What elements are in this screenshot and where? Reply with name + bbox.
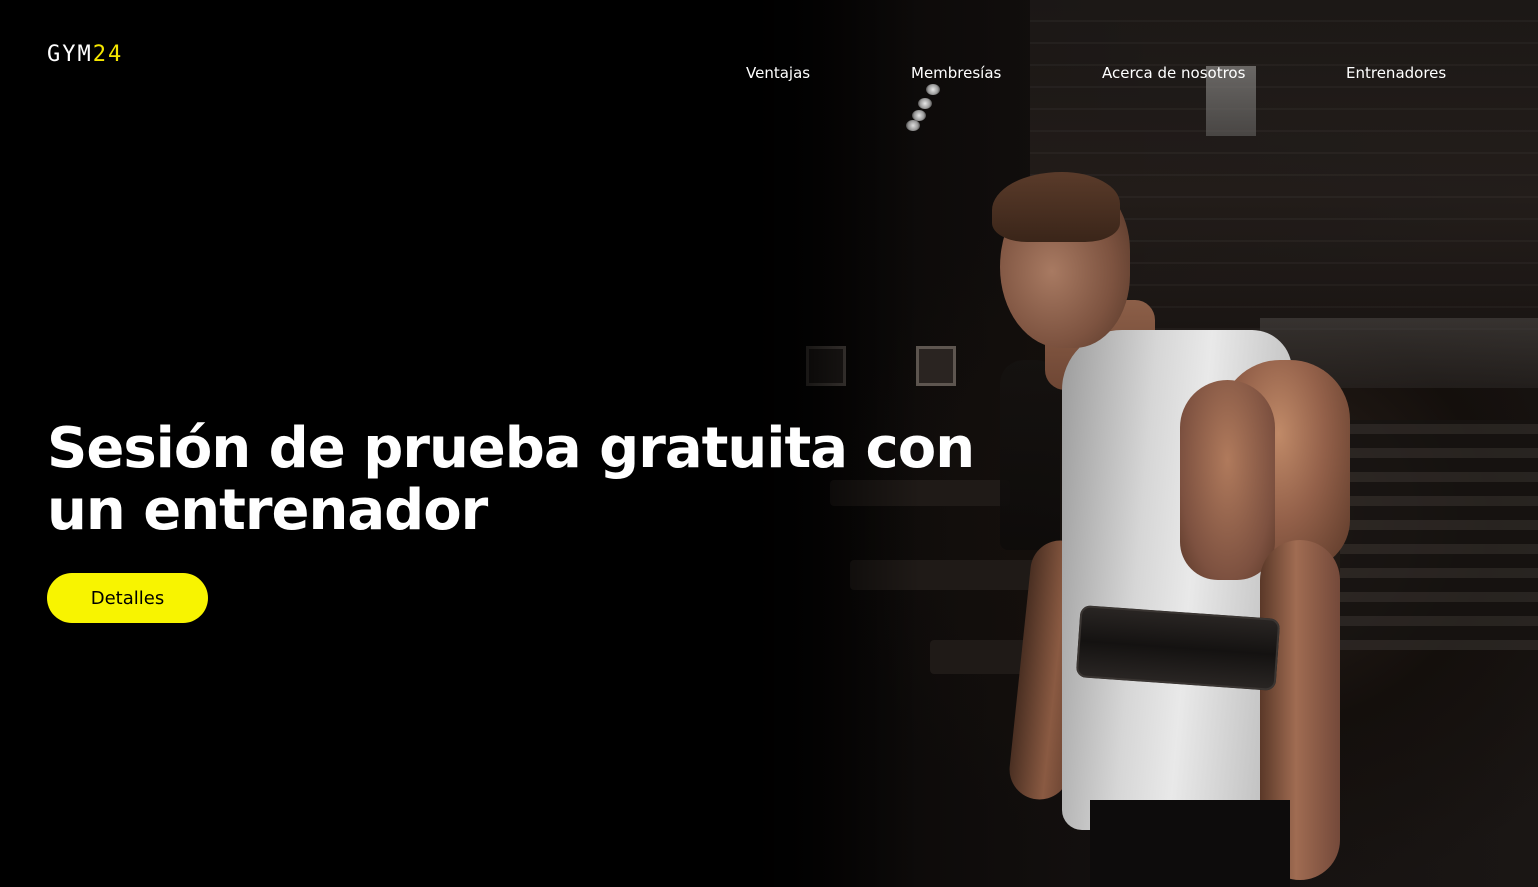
wall-frame	[916, 346, 956, 386]
background-person	[1000, 360, 1060, 550]
landing-page: GYM24 Ventajas Membresías Acerca de noso…	[0, 0, 1538, 887]
nav-link-acerca[interactable]: Acerca de nosotros	[1102, 62, 1245, 84]
nav-link-membresias[interactable]: Membresías	[911, 62, 1001, 84]
lifting-belt	[1075, 605, 1281, 691]
nav-link-ventajas[interactable]: Ventajas	[746, 62, 810, 84]
nav-link-entrenadores[interactable]: Entrenadores	[1346, 62, 1446, 84]
main-nav: Ventajas Membresías Acerca de nosotros E…	[0, 62, 1538, 86]
dumbbell-rack	[1340, 420, 1538, 650]
details-button[interactable]: Detalles	[47, 573, 208, 623]
hero-title: Sesión de prueba gratuita con un entrena…	[47, 416, 975, 543]
ceiling-light	[918, 98, 932, 109]
